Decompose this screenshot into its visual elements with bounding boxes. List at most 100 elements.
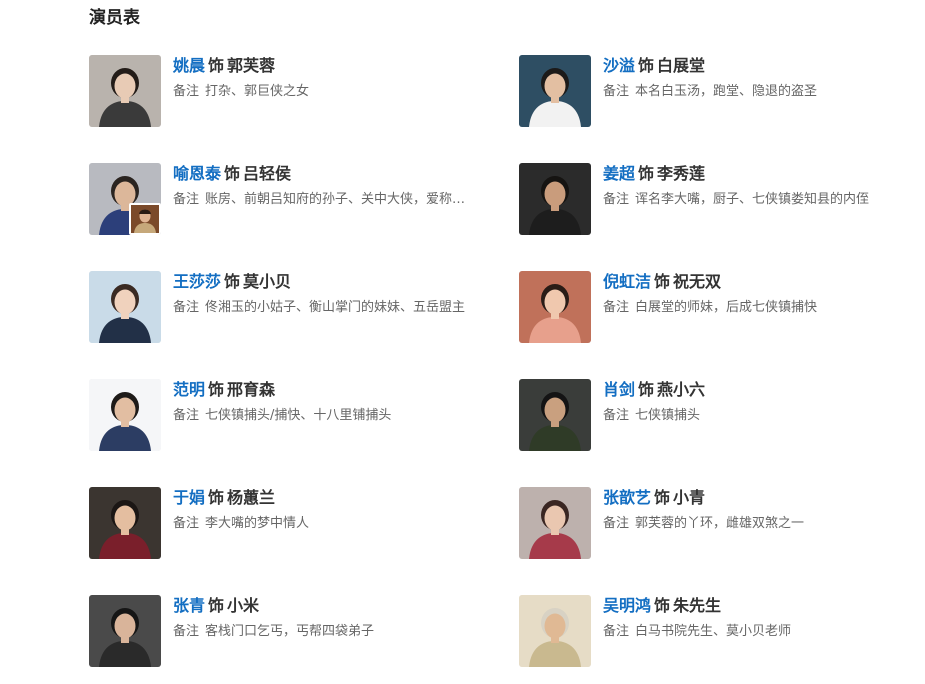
role-connector: 饰 — [654, 488, 671, 507]
cast-info: 于娟饰杨蕙兰备注 李大嘴的梦中情人 — [173, 487, 493, 533]
actor-name-link[interactable]: 倪虹洁 — [603, 272, 651, 291]
role-name: 吕轻侯 — [243, 164, 292, 183]
actor-name-link[interactable]: 张青 — [173, 596, 205, 615]
role-note: 备注 账房、前朝吕知府的孙子、关中大侠，爱称… — [173, 191, 489, 209]
note-text: 七侠镇捕头/捕快、十八里铺捕头 — [205, 408, 392, 423]
role-note: 备注 七侠镇捕头 — [603, 407, 919, 425]
actor-name-link[interactable]: 姜超 — [603, 164, 635, 183]
cast-item[interactable]: 喻恩泰饰吕轻侯 备注 账房、前朝吕知府的孙子、关中大侠，爱称… — [89, 163, 489, 235]
role-connector: 饰 — [208, 380, 225, 399]
actor-photo-icon[interactable] — [519, 163, 591, 235]
role-connector: 饰 — [208, 56, 225, 75]
role-note: 备注 佟湘玉的小姑子、衡山掌门的妹妹、五岳盟主 — [173, 299, 489, 317]
role-connector: 饰 — [638, 380, 655, 399]
role-connector: 饰 — [654, 272, 671, 291]
actor-photo-icon[interactable] — [89, 163, 161, 235]
actor-name-link[interactable]: 范明 — [173, 380, 205, 399]
cast-item[interactable]: 于娟饰杨蕙兰 备注 李大嘴的梦中情人 — [89, 487, 489, 559]
cast-name-line: 姚晨饰郭芙蓉 — [173, 55, 493, 77]
actor-name-link[interactable]: 张歆艺 — [603, 488, 651, 507]
actor-photo-icon[interactable] — [519, 271, 591, 343]
note-text: 李大嘴的梦中情人 — [205, 516, 310, 531]
note-label: 备注 — [173, 408, 200, 423]
cast-info: 肖剑饰燕小六备注 七侠镇捕头 — [603, 379, 923, 425]
note-text: 郭芙蓉的丫环，雌雄双煞之一 — [635, 516, 805, 531]
actor-name-link[interactable]: 于娟 — [173, 488, 205, 507]
role-name: 邢育森 — [227, 380, 276, 399]
cast-name-line: 张歆艺饰小青 — [603, 487, 923, 509]
actor-photo-icon[interactable] — [519, 379, 591, 451]
role-note: 备注 客栈门口乞丐，丐帮四袋弟子 — [173, 623, 489, 641]
cast-info: 吴明鸿饰朱先生备注 白马书院先生、莫小贝老师 — [603, 595, 923, 641]
role-name: 小米 — [227, 596, 260, 615]
note-text: 客栈门口乞丐，丐帮四袋弟子 — [205, 624, 375, 639]
cast-info: 倪虹洁饰祝无双备注 白展堂的师妹，后成七侠镇捕快 — [603, 271, 923, 317]
actor-photo-icon[interactable] — [89, 55, 161, 127]
cast-item[interactable]: 张青饰小米备注 客栈门口乞丐，丐帮四袋弟子 — [89, 595, 489, 667]
note-label: 备注 — [603, 516, 630, 531]
cast-name-line: 张青饰小米 — [173, 595, 493, 617]
note-label: 备注 — [173, 624, 200, 639]
role-name: 小青 — [673, 488, 706, 507]
cast-item[interactable]: 倪虹洁饰祝无双 备注 白展堂的师妹，后成七侠镇捕快 — [519, 271, 919, 343]
actor-name-link[interactable]: 王莎莎 — [173, 272, 221, 291]
role-name: 李秀莲 — [657, 164, 706, 183]
role-note: 备注 诨名李大嘴，厨子、七侠镇娄知县的内侄 — [603, 191, 919, 209]
cast-info: 范明饰邢育森备注 七侠镇捕头/捕快、十八里铺捕头 — [173, 379, 493, 425]
actor-photo-icon[interactable] — [89, 271, 161, 343]
actor-name-link[interactable]: 喻恩泰 — [173, 164, 221, 183]
cast-name-line: 于娟饰杨蕙兰 — [173, 487, 493, 509]
actor-photo-icon[interactable] — [519, 595, 591, 667]
cast-item[interactable]: 范明饰邢育森备注 七侠镇捕头/捕快、十八里铺捕头 — [89, 379, 489, 451]
role-connector: 饰 — [208, 488, 225, 507]
actor-photo-icon[interactable] — [519, 55, 591, 127]
actor-name-link[interactable]: 吴明鸿 — [603, 596, 651, 615]
note-label: 备注 — [173, 300, 200, 315]
role-photo-icon[interactable] — [129, 203, 161, 235]
note-label: 备注 — [173, 84, 200, 99]
role-name: 朱先生 — [673, 596, 722, 615]
role-connector: 饰 — [208, 596, 225, 615]
cast-name-line: 倪虹洁饰祝无双 — [603, 271, 923, 293]
cast-item[interactable]: 张歆艺饰小青备注 郭芙蓉的丫环，雌雄双煞之一 — [519, 487, 919, 559]
role-connector: 饰 — [638, 164, 655, 183]
role-name: 燕小六 — [657, 380, 706, 399]
role-name: 莫小贝 — [243, 272, 292, 291]
role-connector: 饰 — [224, 272, 241, 291]
role-name: 郭芙蓉 — [227, 56, 276, 75]
cast-item[interactable]: 姚晨饰郭芙蓉备注 打杂、郭巨侠之女 — [89, 55, 489, 127]
role-name: 白展堂 — [657, 56, 706, 75]
note-text: 七侠镇捕头 — [635, 408, 701, 423]
note-label: 备注 — [173, 192, 200, 207]
actor-photo-icon[interactable] — [519, 487, 591, 559]
role-note: 备注 白展堂的师妹，后成七侠镇捕快 — [603, 299, 919, 317]
role-note: 备注 郭芙蓉的丫环，雌雄双煞之一 — [603, 515, 919, 533]
actor-photo-icon[interactable] — [89, 595, 161, 667]
note-label: 备注 — [603, 624, 630, 639]
cast-info: 张青饰小米备注 客栈门口乞丐，丐帮四袋弟子 — [173, 595, 493, 641]
actor-photo-icon[interactable] — [89, 487, 161, 559]
cast-item[interactable]: 沙溢饰白展堂 备注 本名白玉汤，跑堂、隐退的盗圣 — [519, 55, 919, 127]
actor-name-link[interactable]: 沙溢 — [603, 56, 635, 75]
role-note: 备注 白马书院先生、莫小贝老师 — [603, 623, 919, 641]
cast-item[interactable]: 王莎莎饰莫小贝备注 佟湘玉的小姑子、衡山掌门的妹妹、五岳盟主 — [89, 271, 489, 343]
actor-photo-icon[interactable] — [89, 379, 161, 451]
cast-info: 王莎莎饰莫小贝备注 佟湘玉的小姑子、衡山掌门的妹妹、五岳盟主 — [173, 271, 493, 317]
actor-name-link[interactable]: 姚晨 — [173, 56, 205, 75]
cast-name-line: 王莎莎饰莫小贝 — [173, 271, 493, 293]
cast-name-line: 范明饰邢育森 — [173, 379, 493, 401]
role-connector: 饰 — [638, 56, 655, 75]
cast-name-line: 姜超饰李秀莲 — [603, 163, 923, 185]
cast-item[interactable]: 吴明鸿饰朱先生 备注 白马书院先生、莫小贝老师 — [519, 595, 919, 667]
cast-item[interactable]: 姜超饰李秀莲备注 诨名李大嘴，厨子、七侠镇娄知县的内侄 — [519, 163, 919, 235]
cast-info: 姜超饰李秀莲备注 诨名李大嘴，厨子、七侠镇娄知县的内侄 — [603, 163, 923, 209]
cast-name-line: 吴明鸿饰朱先生 — [603, 595, 923, 617]
role-note: 备注 李大嘴的梦中情人 — [173, 515, 489, 533]
note-text: 白展堂的师妹，后成七侠镇捕快 — [635, 300, 818, 315]
cast-name-line: 沙溢饰白展堂 — [603, 55, 923, 77]
note-text: 白马书院先生、莫小贝老师 — [635, 624, 792, 639]
cast-info: 姚晨饰郭芙蓉备注 打杂、郭巨侠之女 — [173, 55, 493, 101]
actor-name-link[interactable]: 肖剑 — [603, 380, 635, 399]
note-text: 打杂、郭巨侠之女 — [205, 84, 310, 99]
cast-item[interactable]: 肖剑饰燕小六备注 七侠镇捕头 — [519, 379, 919, 451]
